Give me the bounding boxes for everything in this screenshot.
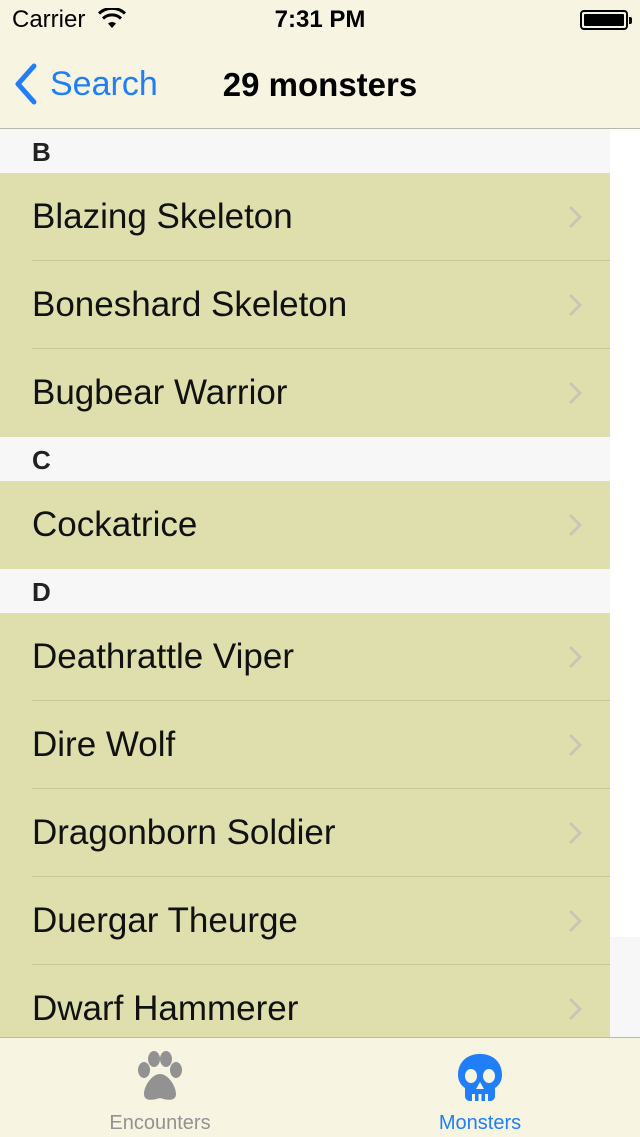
chevron-right-icon <box>568 997 582 1021</box>
chevron-right-icon <box>568 821 582 845</box>
clock: 7:31 PM <box>274 6 366 33</box>
navigation-bar: Search 29 monsters <box>0 40 640 129</box>
section-header-d: D <box>0 569 610 613</box>
list-item-label: Deathrattle Viper <box>32 637 295 676</box>
list-item[interactable]: Dire Wolf <box>0 701 610 789</box>
list-item-label: Dire Wolf <box>32 725 176 764</box>
list-item-label: Bugbear Warrior <box>32 373 288 412</box>
chevron-right-icon <box>568 733 582 757</box>
list-item[interactable]: Dragonborn Soldier <box>0 789 610 877</box>
battery-icon <box>580 10 632 30</box>
tab-encounters-label: Encounters <box>109 1112 211 1134</box>
chevron-right-icon <box>568 645 582 669</box>
list-item-label: Dwarf Hammerer <box>32 989 299 1028</box>
list-item-label: Cockatrice <box>32 505 198 544</box>
list-item[interactable]: Dwarf Hammerer <box>0 965 610 1037</box>
chevron-right-icon <box>568 513 582 537</box>
status-bar: Carrier 7:31 PM <box>0 0 640 40</box>
list-item[interactable]: Bugbear Warrior <box>0 349 610 437</box>
tab-bar: Encounters Monsters <box>0 1037 640 1137</box>
chevron-right-icon <box>568 205 582 229</box>
list-item[interactable]: Boneshard Skeleton <box>0 261 610 349</box>
list-item-label: Duergar Theurge <box>32 901 298 940</box>
paw-icon <box>138 1051 182 1100</box>
section-header-c: C <box>0 437 610 481</box>
list-item-label: Boneshard Skeleton <box>32 285 348 324</box>
tab-monsters-label: Monsters <box>438 1112 522 1134</box>
tab-monsters[interactable]: Monsters <box>320 1038 640 1137</box>
skull-icon <box>458 1054 502 1101</box>
section-index[interactable]: A B C D E F G H I J K L M N O P Q R S T … <box>610 129 640 937</box>
tab-encounters[interactable]: Encounters <box>0 1038 320 1137</box>
list-item[interactable]: Deathrattle Viper <box>0 613 610 701</box>
chevron-right-icon <box>568 293 582 317</box>
list-item[interactable]: Blazing Skeleton <box>0 173 610 261</box>
list-item[interactable]: Cockatrice <box>0 481 610 569</box>
section-header-b: B <box>0 129 610 173</box>
page-title: 29 monsters <box>222 66 418 103</box>
list-item[interactable]: Duergar Theurge <box>0 877 610 965</box>
monster-list[interactable]: B Blazing Skeleton Boneshard Skeleton Bu… <box>0 129 610 1037</box>
list-item-label: Blazing Skeleton <box>32 197 293 236</box>
chevron-right-icon <box>568 381 582 405</box>
chevron-right-icon <box>568 909 582 933</box>
list-item-label: Dragonborn Soldier <box>32 813 336 852</box>
